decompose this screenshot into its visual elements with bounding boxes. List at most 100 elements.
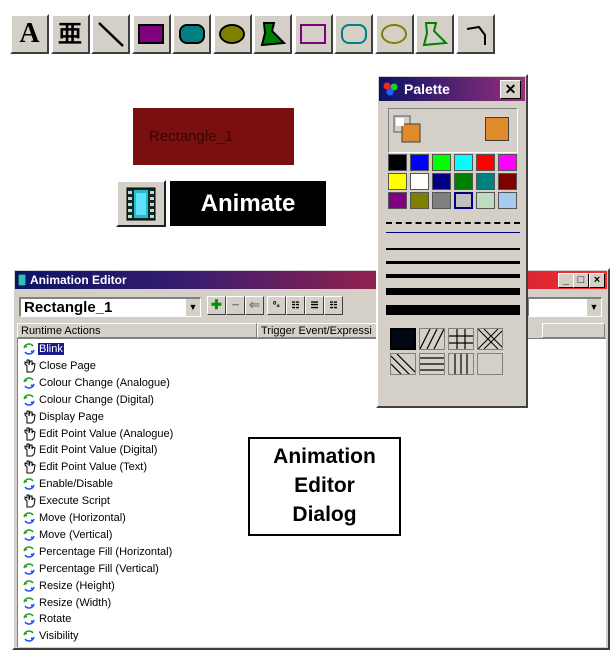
line-fill-preview-icon[interactable] (393, 115, 423, 145)
line-width-3[interactable] (386, 274, 520, 278)
animate-label[interactable]: Animate (170, 181, 326, 226)
detail-view-button[interactable]: ☰ (305, 296, 324, 315)
animate-icon (22, 629, 36, 643)
color-swatch[interactable] (388, 173, 407, 190)
animate-icon (22, 342, 36, 356)
polygon-outline-tool-button[interactable] (415, 14, 455, 54)
remove-action-button[interactable]: − (226, 296, 245, 315)
line-style-thin[interactable] (386, 232, 520, 235)
polyline-tool-button[interactable] (456, 14, 496, 54)
list-item[interactable]: Execute Script (22, 493, 111, 509)
edit-action-button[interactable]: ⇐ (245, 296, 264, 315)
list-view-icon: ☷ (291, 300, 300, 310)
list-view-button[interactable]: ☷ (286, 296, 305, 315)
list-item[interactable]: Display Page (22, 409, 105, 425)
minimize-button[interactable]: _ (558, 273, 574, 288)
color-swatch[interactable] (498, 154, 517, 171)
color-swatch[interactable] (410, 173, 429, 190)
list-item[interactable]: Blink (22, 341, 64, 357)
filled-ellipse-tool-button[interactable] (212, 14, 252, 54)
line-width-1[interactable] (386, 248, 520, 250)
color-swatch[interactable] (432, 154, 451, 171)
color-swatch[interactable] (388, 192, 407, 209)
line-width-5[interactable] (386, 305, 520, 315)
fill-pattern-none[interactable] (477, 353, 503, 375)
fill-pattern-solid[interactable] (390, 328, 416, 350)
color-swatch[interactable] (498, 192, 517, 209)
list-item[interactable]: Percentage Fill (Vertical) (22, 561, 160, 577)
color-swatch[interactable] (432, 173, 451, 190)
fill-pattern-vertical[interactable] (448, 353, 474, 375)
filled-rectangle-tool-button[interactable] (131, 14, 171, 54)
color-swatch[interactable] (498, 173, 517, 190)
text-style-tool-button[interactable]: 亜 (50, 14, 90, 54)
list-item[interactable]: Edit Point Value (Text) (22, 459, 148, 475)
list-item[interactable]: Enable/Disable (22, 476, 114, 492)
sort-button[interactable]: ⁰₈ (267, 296, 286, 315)
maximize-button[interactable]: □ (573, 273, 589, 288)
hand-icon (22, 427, 36, 441)
line-width-4[interactable] (386, 288, 520, 295)
color-swatch[interactable] (432, 192, 451, 209)
palette-title-bar[interactable]: Palette ✕ (379, 77, 525, 101)
column-header-extra[interactable] (542, 323, 605, 338)
list-item[interactable]: Resize (Height) (22, 578, 116, 594)
filter-button[interactable]: ☷ (324, 296, 343, 315)
event-select[interactable]: ▼ (527, 297, 602, 317)
fill-color-swatch[interactable] (485, 117, 509, 141)
fill-pattern-diagonal[interactable] (419, 328, 445, 350)
hand-icon (22, 410, 36, 424)
color-swatch[interactable] (476, 154, 495, 171)
list-item[interactable]: Move (Vertical) (22, 527, 113, 543)
list-item[interactable]: Resize (Width) (22, 595, 112, 611)
palette-close-button[interactable]: ✕ (500, 80, 521, 99)
fill-pattern-back-diagonal[interactable] (390, 353, 416, 375)
filled-rounded-rectangle-tool-button[interactable] (172, 14, 212, 54)
color-swatch[interactable] (454, 154, 473, 171)
rounded-rectangle-outline-tool-button[interactable] (334, 14, 374, 54)
list-item[interactable]: Move (Horizontal) (22, 510, 127, 526)
color-swatch[interactable] (454, 192, 473, 209)
fill-pattern-diagonal-cross[interactable] (477, 328, 503, 350)
chevron-down-icon[interactable]: ▼ (586, 299, 601, 316)
fill-pattern-cross[interactable] (448, 328, 474, 350)
ellipse-outline-tool-icon (381, 24, 408, 44)
list-item[interactable]: Colour Change (Analogue) (22, 375, 171, 391)
rectangle-outline-tool-button[interactable] (293, 14, 333, 54)
color-swatch[interactable] (410, 154, 429, 171)
list-item[interactable]: Edit Point Value (Analogue) (22, 426, 174, 442)
list-item[interactable]: Close Page (22, 358, 97, 374)
fill-pattern-horizontal[interactable] (419, 353, 445, 375)
color-swatch[interactable] (410, 192, 429, 209)
line-width-2[interactable] (386, 261, 520, 264)
diagonal-pattern-icon (419, 328, 445, 350)
color-swatch[interactable] (388, 154, 407, 171)
hand-icon (22, 443, 36, 457)
list-item[interactable]: Percentage Fill (Horizontal) (22, 544, 173, 560)
rectangle-outline-tool-icon (300, 24, 327, 44)
add-action-button[interactable]: ✚ (207, 296, 226, 315)
chevron-down-icon[interactable]: ▼ (185, 299, 200, 316)
column-header-actions[interactable]: Runtime Actions (17, 323, 257, 338)
list-item-label: Execute Script (39, 495, 110, 508)
rectangle-object[interactable]: Rectangle_1 (133, 108, 294, 165)
close-button[interactable]: × (589, 273, 605, 288)
line-tool-button[interactable] (91, 14, 131, 54)
list-item[interactable]: Rotate (22, 611, 72, 627)
ellipse-outline-tool-button[interactable] (374, 14, 414, 54)
list-item-label: Edit Point Value (Digital) (39, 444, 158, 457)
color-swatch[interactable] (454, 173, 473, 190)
animate-button[interactable] (116, 180, 166, 227)
color-swatch[interactable] (476, 192, 495, 209)
object-select[interactable]: Rectangle_1 ▼ (19, 297, 201, 317)
filled-polygon-tool-button[interactable] (253, 14, 293, 54)
detail-view-icon: ☰ (310, 300, 319, 310)
list-item[interactable]: Colour Change (Digital) (22, 392, 155, 408)
column-header-trigger[interactable]: Trigger Event/Expressi (257, 323, 377, 338)
line-style-dashed[interactable] (386, 222, 520, 227)
list-item-label: Move (Horizontal) (39, 512, 126, 524)
text-tool-button[interactable]: A (10, 14, 49, 54)
list-item[interactable]: Edit Point Value (Digital) (22, 442, 158, 458)
color-swatch[interactable] (476, 173, 495, 190)
list-item[interactable]: Visibility (22, 628, 80, 644)
